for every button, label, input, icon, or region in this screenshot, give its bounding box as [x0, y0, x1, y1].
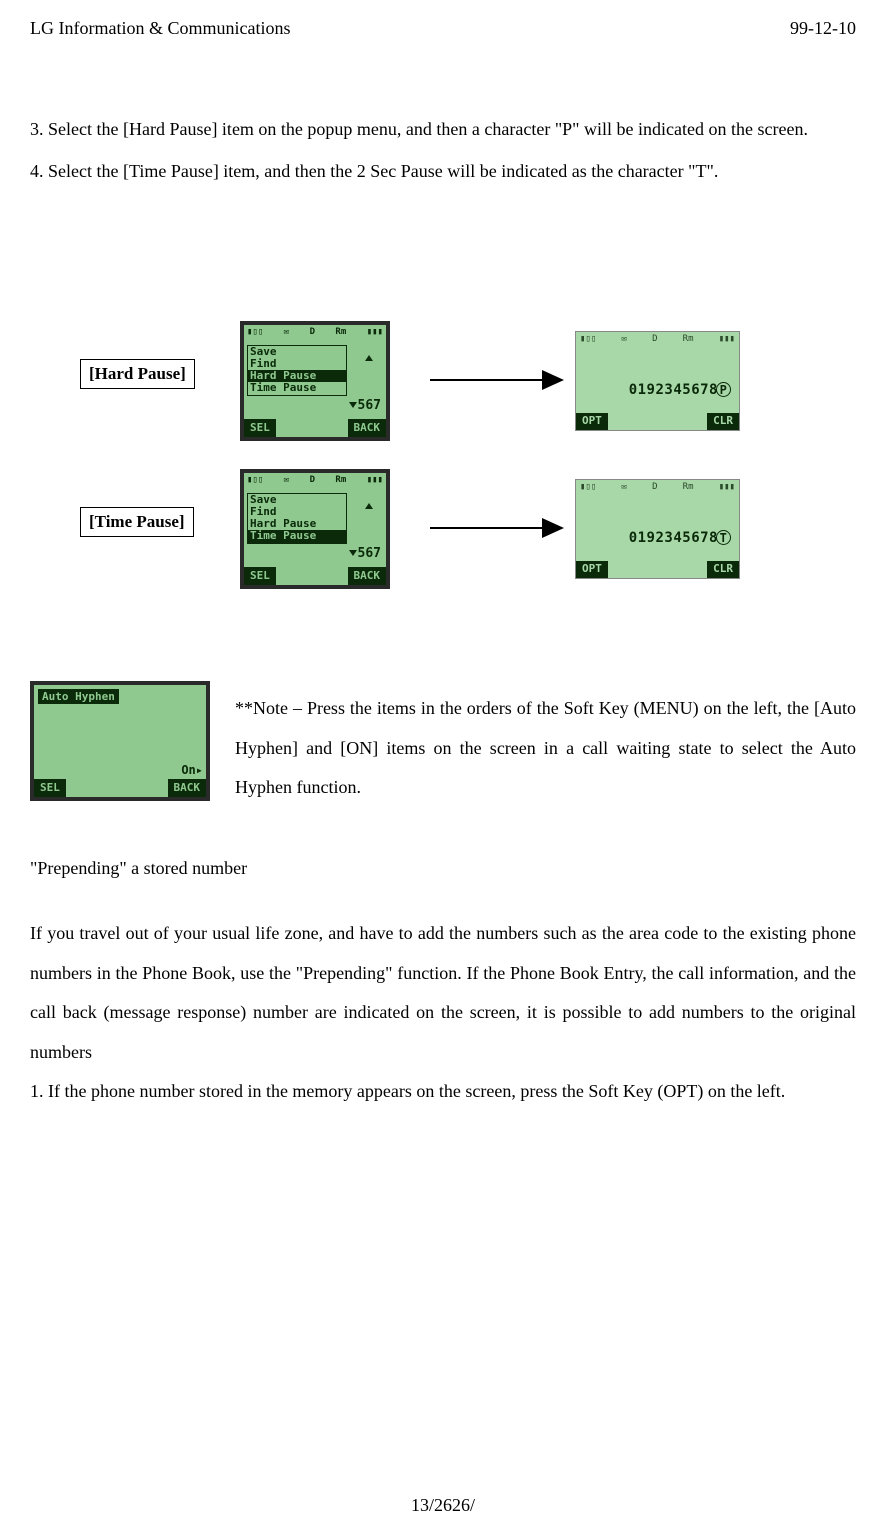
phone-screen-time-menu: ▮▯▯✉DRm▮▮▮ Save Find Hard Pause Time Pau…	[240, 469, 390, 589]
side-number: 567	[349, 398, 381, 413]
header-company: LG Information & Communications	[30, 18, 290, 39]
popup-menu: Save Find Hard Pause Time Pause	[247, 345, 347, 395]
hard-pause-label: [Hard Pause]	[80, 359, 195, 389]
softkey-sel: SEL	[244, 567, 276, 585]
arrow-line	[430, 379, 545, 381]
main-content: 3. Select the [Hard Pause] item on the p…	[30, 110, 856, 1112]
phone-screen-hard-result: ▮▯▯✉DRm▮▮▮ 0192345678P OPT CLR	[575, 331, 740, 431]
arrow-head-icon	[542, 518, 564, 538]
popup-menu: Save Find Hard Pause Time Pause	[247, 493, 347, 543]
section-title: "Prepending" a stored number	[30, 858, 856, 879]
menu-time-pause: Time Pause	[248, 382, 346, 394]
number-display: 0192345678P	[629, 382, 731, 398]
note-text: **Note – Press the items in the orders o…	[235, 681, 856, 808]
status-bar: ▮▯▯✉DRm▮▮▮	[576, 332, 739, 348]
status-bar: ▮▯▯✉DRm▮▮▮	[244, 473, 386, 491]
note-section: Auto Hyphen On▸ SEL BACK **Note – Press …	[30, 681, 856, 808]
on-indicator: On▸	[181, 763, 203, 777]
softkey-sel: SEL	[34, 779, 66, 797]
softkey-opt: OPT	[576, 413, 608, 430]
arrow-line	[430, 527, 545, 529]
arrow-head-icon	[542, 370, 564, 390]
softkey-back: BACK	[168, 779, 207, 797]
softkey-back: BACK	[348, 567, 387, 585]
phone-screen-hard-menu: ▮▯▯✉DRm▮▮▮ Save Find Hard Pause Time Pau…	[240, 321, 390, 441]
softkey-clr: CLR	[707, 413, 739, 430]
softkey-bar: OPT CLR	[576, 561, 739, 578]
softkey-bar: OPT CLR	[576, 413, 739, 430]
body-step1: 1. If the phone number stored in the mem…	[30, 1072, 856, 1112]
time-pause-label: [Time Pause]	[80, 507, 194, 537]
softkey-clr: CLR	[707, 561, 739, 578]
softkey-bar: SEL BACK	[244, 419, 386, 437]
phone-screen-auto-hyphen: Auto Hyphen On▸ SEL BACK	[30, 681, 210, 801]
side-number: 567	[349, 546, 381, 561]
page-footer: 13/2626/	[0, 1495, 886, 1516]
softkey-back: BACK	[348, 419, 387, 437]
softkey-sel: SEL	[244, 419, 276, 437]
auto-hyphen-title: Auto Hyphen	[38, 689, 119, 704]
body-intro: If you travel out of your usual life zon…	[30, 914, 856, 1072]
list-item-4: 4. Select the [Time Pause] item, and the…	[30, 152, 856, 192]
number-display: 0192345678T	[629, 530, 731, 546]
header-date: 99-12-10	[790, 18, 856, 39]
diagram-area: [Hard Pause] [Time Pause] ▮▯▯✉DRm▮▮▮ Sav…	[30, 321, 856, 621]
softkey-bar: SEL BACK	[244, 567, 386, 585]
list-item-3: 3. Select the [Hard Pause] item on the p…	[30, 110, 856, 150]
phone-screen-time-result: ▮▯▯✉DRm▮▮▮ 0192345678T OPT CLR	[575, 479, 740, 579]
menu-time-pause: Time Pause	[248, 530, 346, 542]
softkey-bar: SEL BACK	[34, 779, 206, 797]
softkey-opt: OPT	[576, 561, 608, 578]
status-bar: ▮▯▯✉DRm▮▮▮	[576, 480, 739, 496]
status-bar: ▮▯▯✉DRm▮▮▮	[244, 325, 386, 343]
